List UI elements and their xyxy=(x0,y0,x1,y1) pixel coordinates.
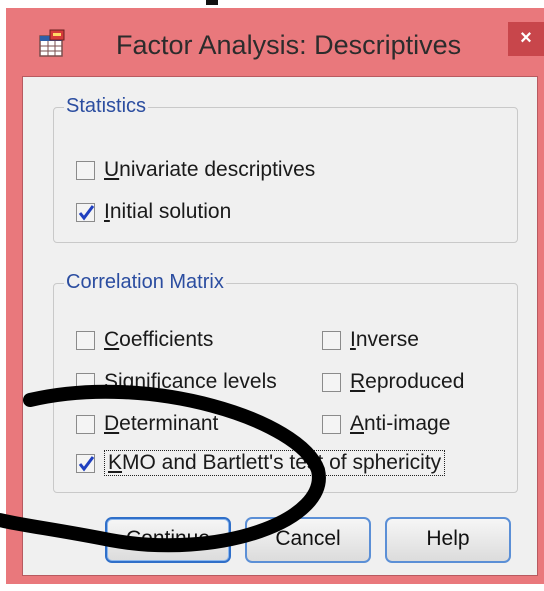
checkbox-box[interactable] xyxy=(76,160,95,180)
checkmark-icon xyxy=(78,204,95,220)
dialog-window: Factor Analysis: Descriptives × Statisti… xyxy=(6,8,544,584)
background-fragment xyxy=(206,0,218,5)
checkbox-box[interactable] xyxy=(76,372,95,392)
cancel-button[interactable]: Cancel xyxy=(245,517,371,563)
dialog-title: Factor Analysis: Descriptives xyxy=(116,30,462,60)
correlation-matrix-group: Correlation Matrix Coefficients Signific… xyxy=(53,271,518,493)
checkbox-box[interactable] xyxy=(76,330,95,350)
title-bar[interactable]: Factor Analysis: Descriptives × xyxy=(6,8,544,76)
kmo-bartlett-checkbox[interactable]: KMO and Bartlett's test of sphericity xyxy=(76,450,446,476)
statistics-legend: Statistics xyxy=(64,95,149,118)
checkbox-box[interactable] xyxy=(322,330,341,350)
significance-levels-checkbox[interactable]: Significance levels xyxy=(76,370,277,394)
correlation-matrix-legend: Correlation Matrix xyxy=(64,271,226,294)
checkbox-box[interactable] xyxy=(76,453,95,473)
statistics-group: Statistics Univariate descriptives Initi… xyxy=(53,95,518,243)
checkbox-box[interactable] xyxy=(76,414,95,434)
univariate-descriptives-checkbox[interactable]: Univariate descriptives xyxy=(76,158,315,182)
checkmark-icon xyxy=(78,455,95,471)
checkbox-box[interactable] xyxy=(322,414,341,434)
initial-solution-checkbox[interactable]: Initial solution xyxy=(76,200,231,224)
close-icon: × xyxy=(520,27,532,49)
help-button[interactable]: Help xyxy=(385,517,511,563)
anti-image-checkbox[interactable]: Anti-image xyxy=(322,412,450,436)
checkbox-box[interactable] xyxy=(322,372,341,392)
inverse-checkbox[interactable]: Inverse xyxy=(322,328,419,352)
checkbox-box[interactable] xyxy=(76,202,95,222)
determinant-checkbox[interactable]: Determinant xyxy=(76,412,218,436)
spss-dialog-icon xyxy=(36,28,68,60)
close-button[interactable]: × xyxy=(508,22,544,56)
dialog-content: Statistics Univariate descriptives Initi… xyxy=(22,76,538,576)
reproduced-checkbox[interactable]: Reproduced xyxy=(322,370,464,394)
continue-button[interactable]: Continue xyxy=(105,517,231,563)
coefficients-checkbox[interactable]: Coefficients xyxy=(76,328,213,352)
background-strip xyxy=(0,0,544,8)
